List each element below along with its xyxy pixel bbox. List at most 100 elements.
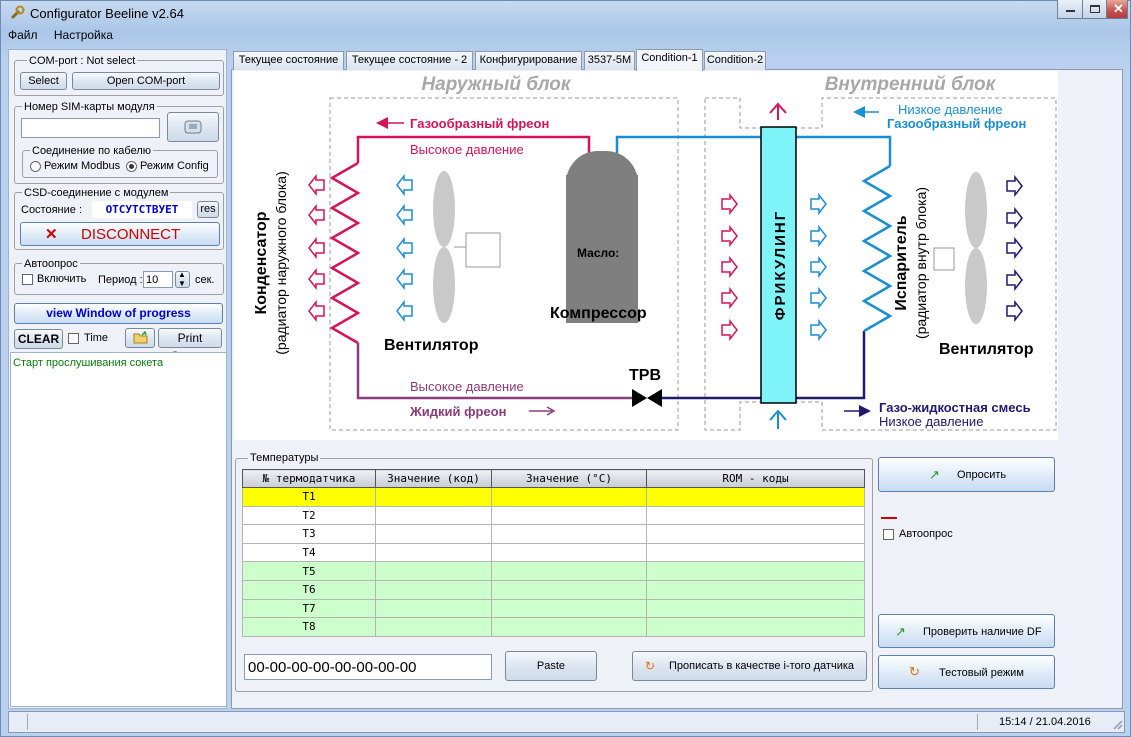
sensor-value-cell[interactable]	[646, 524, 865, 544]
check-df-button[interactable]: ↗ Проверить наличие DF	[878, 614, 1055, 648]
auto-enable-label: Включить	[37, 273, 87, 285]
sensor-value-cell[interactable]	[375, 524, 492, 544]
sensor-value-cell[interactable]	[491, 598, 647, 619]
print-screen-button[interactable]: Print Screen	[158, 328, 222, 363]
state-value: ОТСУТСТВУЕТ	[92, 201, 192, 218]
x-icon: ✕	[45, 226, 58, 243]
minimize-icon	[1066, 10, 1075, 12]
sensor-value-cell[interactable]	[491, 617, 647, 637]
compressor-label: Компрессор	[550, 305, 647, 322]
table-row[interactable]: T2	[242, 505, 865, 526]
sensor-name-cell[interactable]: T2	[242, 505, 376, 526]
write-sensor-button[interactable]: ↻ Прописать в качестве i-того датчика	[632, 651, 867, 681]
sensor-name-cell[interactable]: T5	[242, 561, 376, 581]
sensor-value-cell[interactable]	[491, 524, 647, 544]
table-row[interactable]: T7	[242, 598, 865, 619]
sensor-value-cell[interactable]	[375, 561, 492, 581]
view-progress-button[interactable]: view Window of progress	[14, 303, 223, 324]
disconnect-button[interactable]: ✕ DISCONNECT	[20, 222, 220, 246]
csd-label: CSD-соединение с модулем	[22, 187, 171, 199]
sensor-value-cell[interactable]	[491, 561, 647, 581]
sensor-value-cell[interactable]	[646, 579, 865, 600]
refresh-icon: ↻	[909, 664, 920, 679]
poll-button[interactable]: ↗ Опросить	[878, 457, 1055, 492]
sensor-value-cell[interactable]	[646, 617, 865, 637]
auto-enable-checkbox[interactable]	[22, 274, 33, 285]
time-checkbox[interactable]	[68, 333, 79, 344]
check-arrow-icon: ↗	[895, 624, 906, 639]
tab-current-state-2[interactable]: Текущее состояние - 2	[346, 51, 473, 70]
close-button[interactable]: ✕	[1106, 0, 1128, 19]
table-row[interactable]: T8	[242, 617, 865, 637]
column-header[interactable]: Значение (код)	[375, 469, 492, 488]
tab-3537-5m[interactable]: 3537-5M	[584, 51, 635, 70]
tab-condition-2[interactable]: Condition-2	[704, 51, 766, 70]
clear-button[interactable]: CLEAR	[14, 329, 63, 349]
table-row[interactable]: T6	[242, 579, 865, 600]
tab-configuration[interactable]: Конфигурирование	[475, 51, 582, 70]
status-indicator	[881, 517, 897, 519]
sensor-value-cell[interactable]	[491, 542, 647, 563]
column-header[interactable]: ROM - коды	[646, 469, 865, 488]
table-row[interactable]: T1	[242, 487, 865, 507]
sensor-value-cell[interactable]	[375, 487, 492, 507]
sensor-value-cell[interactable]	[375, 505, 492, 526]
modbus-radio[interactable]	[30, 161, 41, 172]
sensor-name-cell[interactable]: T3	[242, 524, 376, 544]
column-header[interactable]: Значение (°C)	[491, 469, 647, 488]
log-area[interactable]: Старт прослушивания сокета	[10, 352, 227, 707]
auto-poll-checkbox[interactable]	[883, 529, 894, 540]
gas-freon-label: Газообразный фреон	[410, 116, 549, 131]
check-arrow-icon: ↗	[929, 467, 940, 482]
evaporator-sub-label: (радиатор внутр блока)	[913, 187, 929, 339]
open-com-port-button[interactable]: Open COM-port	[72, 72, 220, 90]
phone-connect-button[interactable]	[167, 112, 219, 142]
tab-current-state[interactable]: Текущее состояние	[233, 51, 344, 70]
test-mode-button[interactable]: ↻ Тестовый режим	[878, 655, 1055, 689]
sensor-value-cell[interactable]	[491, 487, 647, 507]
tab-condition-1[interactable]: Condition-1	[636, 49, 703, 71]
res-button[interactable]: res	[197, 201, 219, 218]
wrench-icon	[10, 5, 25, 20]
maximize-button[interactable]	[1082, 0, 1107, 19]
minimize-button[interactable]	[1057, 0, 1083, 19]
menu-file[interactable]: Файл	[8, 28, 38, 42]
rom-code-input[interactable]	[244, 654, 492, 680]
hvac-diagram: Наружный блок Внутренний блок Газообразн…	[234, 71, 1058, 440]
sensor-value-cell[interactable]	[646, 505, 865, 526]
config-radio[interactable]	[126, 161, 137, 172]
sensor-value-cell[interactable]	[491, 579, 647, 600]
sensor-value-cell[interactable]	[375, 598, 492, 619]
sensor-name-cell[interactable]: T8	[242, 617, 376, 637]
sensor-value-cell[interactable]	[646, 542, 865, 563]
open-folder-button[interactable]	[125, 328, 155, 348]
sensor-value-cell[interactable]	[491, 505, 647, 526]
column-header[interactable]: № термодатчика	[242, 469, 376, 488]
table-row[interactable]: T5	[242, 561, 865, 581]
up-arrow-icon: ▲	[178, 270, 186, 279]
test-mode-label: Тестовый режим	[939, 667, 1024, 679]
sensor-name-cell[interactable]: T7	[242, 598, 376, 619]
period-stepper[interactable]: ▲ ▼	[175, 270, 190, 288]
menu-settings[interactable]: Настройка	[54, 28, 113, 42]
select-button[interactable]: Select	[20, 72, 67, 90]
period-input[interactable]	[143, 271, 173, 288]
table-row[interactable]: T4	[242, 542, 865, 563]
sensor-value-cell[interactable]	[375, 542, 492, 563]
sensor-value-cell[interactable]	[646, 598, 865, 619]
sensor-name-cell[interactable]: T6	[242, 579, 376, 600]
resize-grip-icon[interactable]	[1111, 718, 1123, 730]
sensor-value-cell[interactable]	[375, 579, 492, 600]
paste-button[interactable]: Paste	[505, 651, 597, 681]
time-label: Time	[84, 332, 109, 344]
title-bar: Configurator Beeline v2.64 ✕	[0, 0, 1131, 27]
temperatures-table[interactable]: № термодатчика Значение (код) Значение (…	[242, 469, 865, 637]
sensor-name-cell[interactable]: T1	[242, 487, 376, 507]
sensor-value-cell[interactable]	[646, 487, 865, 507]
table-row[interactable]: T3	[242, 524, 865, 544]
sensor-value-cell[interactable]	[646, 561, 865, 581]
outer-fan-icon	[433, 171, 455, 323]
sensor-name-cell[interactable]: T4	[242, 542, 376, 563]
sim-number-input[interactable]	[21, 118, 160, 138]
sensor-value-cell[interactable]	[375, 617, 492, 637]
